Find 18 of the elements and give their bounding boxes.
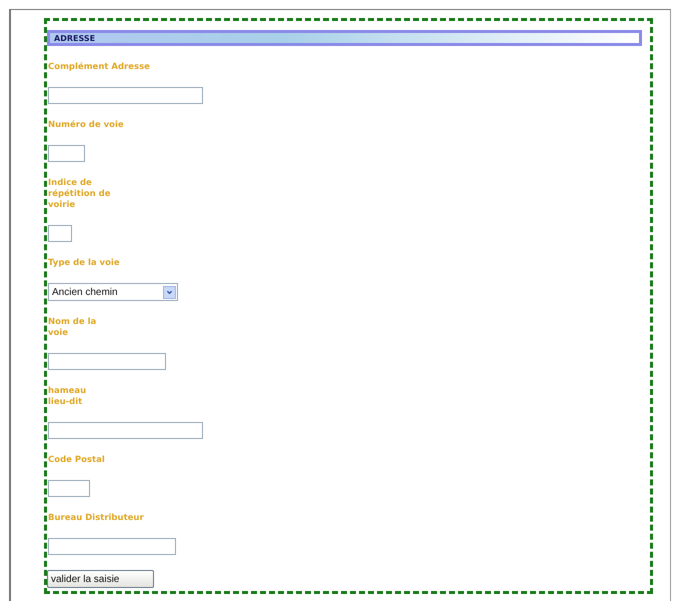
submit-button[interactable]: valider la saisie (47, 570, 154, 588)
text-field[interactable] (48, 422, 203, 439)
field-label: Nom de la voie (48, 317, 96, 339)
field-label: Code Postal (48, 455, 105, 466)
field-label: Numéro de voie (48, 120, 124, 131)
text-field[interactable] (48, 353, 166, 370)
field-label: Indice de répétition de voirie (48, 178, 110, 211)
field-label: hameau lieu-dit (48, 386, 86, 408)
text-field[interactable] (48, 87, 203, 104)
section-header: ADRESSE (47, 30, 642, 46)
field-label: Type de la voie (48, 258, 120, 269)
text-field[interactable] (48, 538, 176, 555)
text-field[interactable] (48, 480, 90, 497)
text-field[interactable] (48, 145, 85, 162)
field-label: Bureau Distributeur (48, 513, 144, 524)
text-field[interactable] (48, 225, 72, 242)
field-label: Complément Adresse (48, 62, 150, 73)
dropdown[interactable]: Ancien chemin (48, 283, 178, 301)
